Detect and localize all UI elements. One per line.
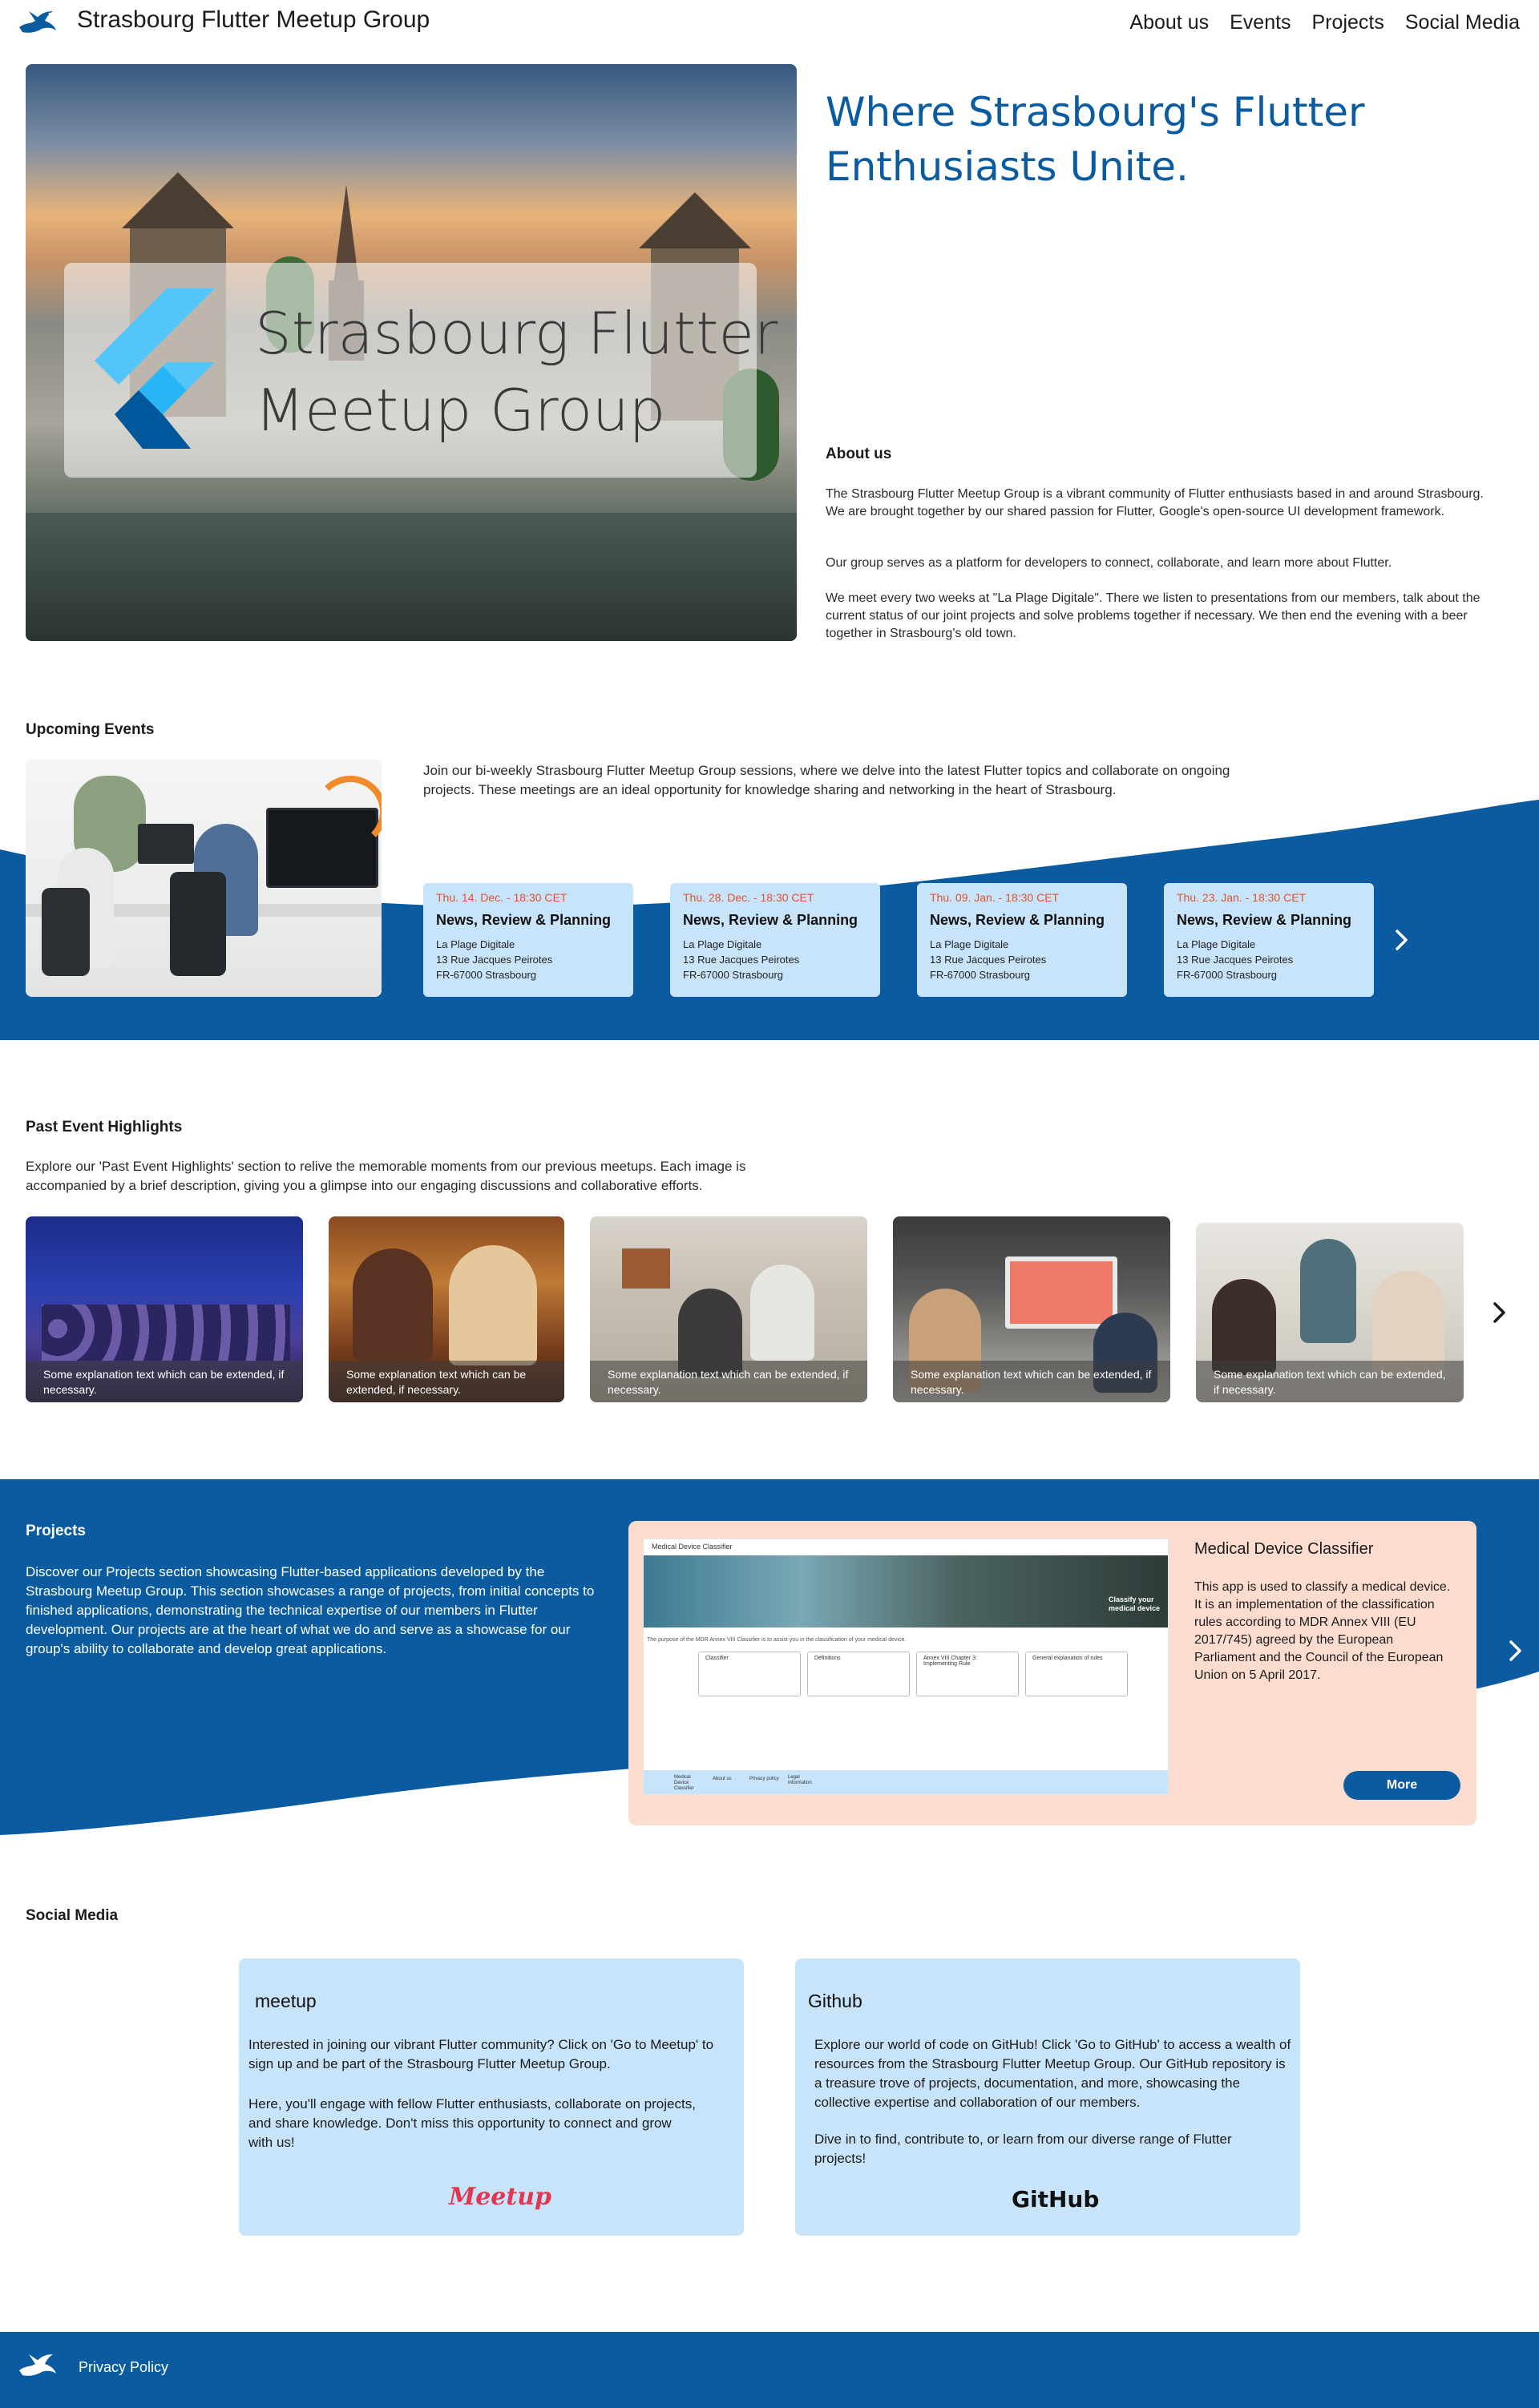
event-venue: La Plage Digitale	[683, 938, 762, 950]
tagline-line-2: Enthusiasts Unite.	[826, 143, 1189, 190]
screenshot-tile: General explanation of rules	[1025, 1652, 1128, 1696]
past-event-card[interactable]: Some explanation text which can be exten…	[1196, 1223, 1464, 1402]
event-street: 13 Rue Jacques Peirotes	[436, 954, 553, 966]
event-date: Thu. 23. Jan. - 18:30 CET	[1177, 891, 1307, 904]
screenshot-banner-line-1: Classify your	[1109, 1595, 1154, 1603]
past-event-card[interactable]: Some explanation text which can be exten…	[893, 1216, 1170, 1402]
event-city: FR-67000 Strasbourg	[683, 969, 784, 981]
hero-tagline: Where Strasbourg's Flutter Enthusiasts U…	[826, 85, 1403, 194]
github-title: Github	[808, 1991, 862, 2011]
project-more-button[interactable]: More	[1343, 1771, 1460, 1800]
nav-about-us[interactable]: About us	[1129, 11, 1209, 34]
screenshot-footer-item: About us	[713, 1777, 732, 1781]
meetup-logo[interactable]: Meetup	[449, 2183, 551, 2211]
about-paragraph-2: Our group serves as a platform for devel…	[826, 556, 1392, 570]
screenshot-banner-line-2: medical device	[1109, 1604, 1161, 1612]
nav-social-media[interactable]: Social Media	[1405, 11, 1520, 34]
nav-events[interactable]: Events	[1230, 11, 1291, 34]
flutter-logo-icon	[95, 288, 215, 449]
past-event-card[interactable]: Some explanation text which can be exten…	[329, 1216, 564, 1402]
past-events-next-chevron-right-icon[interactable]	[1483, 1297, 1515, 1329]
site-header: Strasbourg Flutter Meetup Group About us…	[0, 0, 1539, 50]
github-card[interactable]: Github Explore our world of code on GitH…	[795, 1958, 1300, 2236]
event-title: News, Review & Planning	[436, 912, 612, 928]
past-event-card[interactable]: Some explanation text which can be exten…	[26, 1216, 303, 1402]
past-events-intro: Explore our 'Past Event Highlights' sect…	[26, 1159, 746, 1193]
event-city: FR-67000 Strasbourg	[436, 969, 537, 981]
screenshot-tile: Definitions	[807, 1652, 910, 1696]
past-events-heading: Past Event Highlights	[26, 1119, 183, 1135]
event-street: 13 Rue Jacques Peirotes	[683, 954, 800, 966]
event-date: Thu. 14. Dec. - 18:30 CET	[436, 891, 568, 904]
projects-intro: Discover our Projects section showcasing…	[26, 1564, 595, 1656]
events-photo	[26, 760, 382, 997]
event-date: Thu. 28. Dec. - 18:30 CET	[683, 891, 814, 904]
project-card: Medical Device Classifier Classify your …	[628, 1521, 1476, 1825]
screenshot-footer-item: Privacy policy	[749, 1777, 779, 1781]
nav-projects[interactable]: Projects	[1312, 11, 1384, 34]
screenshot-tile: Classifier	[698, 1652, 801, 1696]
screenshot-footer-item: Medical Device Classifier	[674, 1775, 694, 1791]
event-date: Thu. 09. Jan. - 18:30 CET	[930, 891, 1060, 904]
screenshot-purpose: The purpose of the MDR Annex VIII Classi…	[647, 1637, 907, 1643]
projects-next-chevron-right-icon[interactable]	[1499, 1635, 1531, 1667]
event-venue: La Plage Digitale	[930, 938, 1009, 950]
past-event-caption: Some explanation text which can be exten…	[26, 1361, 303, 1402]
event-city: FR-67000 Strasbourg	[930, 969, 1031, 981]
event-title: News, Review & Planning	[683, 912, 858, 928]
event-card[interactable]: Thu. 14. Dec. - 18:30 CET News, Review &…	[423, 883, 633, 997]
main-nav: About us Events Projects Social Media	[1129, 11, 1520, 34]
event-venue: La Plage Digitale	[1177, 938, 1256, 950]
hero-brand-line-2: Meetup Group	[255, 377, 666, 444]
event-title: News, Review & Planning	[1177, 912, 1352, 928]
event-card[interactable]: Thu. 23. Jan. - 18:30 CET News, Review &…	[1164, 883, 1374, 997]
github-logo[interactable]: GitHub	[1012, 2186, 1099, 2212]
project-title: Medical Device Classifier	[1194, 1540, 1374, 1558]
past-event-caption: Some explanation text which can be exten…	[590, 1361, 867, 1402]
screenshot-footer-item: Legal information	[788, 1775, 812, 1785]
stork-logo-icon[interactable]	[18, 2350, 58, 2382]
site-footer	[0, 2332, 1539, 2408]
event-street: 13 Rue Jacques Peirotes	[930, 954, 1047, 966]
about-heading: About us	[826, 446, 892, 462]
past-event-caption: Some explanation text which can be exten…	[1196, 1361, 1464, 1402]
about-paragraph-3: We meet every two weeks at "La Plage Dig…	[826, 591, 1480, 640]
event-title: News, Review & Planning	[930, 912, 1105, 928]
event-card[interactable]: Thu. 09. Jan. - 18:30 CET News, Review &…	[917, 883, 1127, 997]
hero-brand-text: Strasbourg Flutter Meetup Group	[255, 295, 778, 449]
github-paragraph-2: Dive in to find, contribute to, or learn…	[814, 2132, 1232, 2166]
github-paragraph-1: Explore our world of code on GitHub! Cli…	[814, 2037, 1291, 2110]
event-street: 13 Rue Jacques Peirotes	[1177, 954, 1294, 966]
screenshot-app-title: Medical Device Classifier	[652, 1543, 733, 1551]
event-card[interactable]: Thu. 28. Dec. - 18:30 CET News, Review &…	[670, 883, 880, 997]
stork-logo-icon[interactable]	[18, 6, 58, 38]
meetup-card[interactable]: meetup Interested in joining our vibrant…	[239, 1958, 744, 2236]
project-description: This app is used to classify a medical d…	[1194, 1580, 1451, 1682]
screenshot-tile: Annex VIII Chapter 3: Implementing Rule	[916, 1652, 1019, 1696]
event-city: FR-67000 Strasbourg	[1177, 969, 1278, 981]
past-event-caption: Some explanation text which can be exten…	[329, 1361, 564, 1402]
project-screenshot: Medical Device Classifier Classify your …	[643, 1539, 1169, 1795]
meetup-title: meetup	[255, 1991, 317, 2011]
events-heading: Upcoming Events	[26, 721, 155, 738]
past-event-card[interactable]: Some explanation text which can be exten…	[590, 1216, 867, 1402]
events-next-chevron-right-icon[interactable]	[1385, 924, 1417, 956]
site-title[interactable]: Strasbourg Flutter Meetup Group	[77, 6, 430, 34]
event-venue: La Plage Digitale	[436, 938, 515, 950]
about-paragraph-1: The Strasbourg Flutter Meetup Group is a…	[826, 487, 1484, 518]
projects-heading: Projects	[26, 1523, 86, 1539]
tagline-line-1: Where Strasbourg's Flutter	[826, 89, 1365, 135]
meetup-paragraph-2: Here, you'll engage with fellow Flutter …	[248, 2096, 696, 2150]
events-intro: Join our bi-weekly Strasbourg Flutter Me…	[423, 763, 1230, 797]
hero-brand-line-1: Strasbourg Flutter	[255, 300, 778, 367]
meetup-paragraph-1: Interested in joining our vibrant Flutte…	[248, 2037, 714, 2071]
social-heading: Social Media	[26, 1907, 119, 1924]
privacy-policy-link[interactable]: Privacy Policy	[79, 2359, 168, 2376]
past-event-caption: Some explanation text which can be exten…	[893, 1361, 1170, 1402]
